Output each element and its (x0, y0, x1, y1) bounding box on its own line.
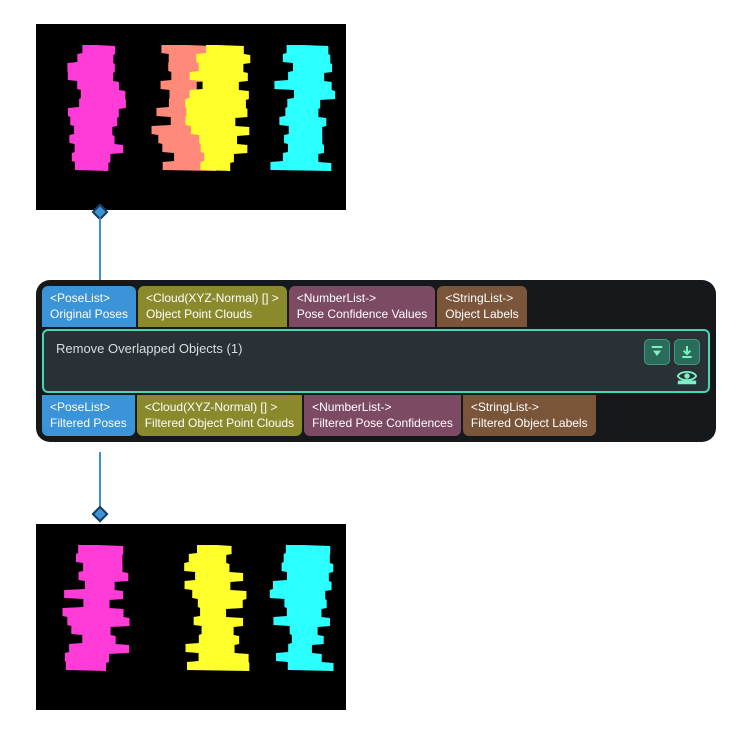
port-label: Filtered Poses (50, 416, 127, 430)
output-port-filtered-pose-confidences[interactable]: <NumberList-> Filtered Pose Confidences (304, 395, 461, 436)
input-port-row: <PoseList> Original Poses <Cloud(XYZ-Nor… (40, 284, 712, 327)
port-type: <PoseList> (50, 291, 110, 305)
port-label: Pose Confidence Values (297, 307, 428, 321)
input-port-object-point-clouds[interactable]: <Cloud(XYZ-Normal) [] > Object Point Clo… (138, 286, 287, 327)
node-body[interactable]: Remove Overlapped Objects (1) (42, 329, 710, 393)
output-preview-image (36, 524, 346, 710)
port-type: <StringList-> (445, 291, 513, 305)
input-preview-image (36, 24, 346, 210)
node-remove-overlapped-objects[interactable]: <PoseList> Original Poses <Cloud(XYZ-Nor… (36, 280, 716, 442)
download-icon[interactable] (674, 339, 700, 365)
node-action-icons (644, 339, 700, 365)
port-label: Filtered Object Labels (471, 416, 588, 430)
input-port-object-labels[interactable]: <StringList-> Object Labels (437, 286, 526, 327)
input-port-pose-confidence-values[interactable]: <NumberList-> Pose Confidence Values (289, 286, 436, 327)
port-type: <NumberList-> (312, 400, 391, 414)
node-title: Remove Overlapped Objects (1) (56, 341, 698, 356)
port-type: <NumberList-> (297, 291, 376, 305)
output-port-filtered-object-point-clouds[interactable]: <Cloud(XYZ-Normal) [] > Filtered Object … (137, 395, 302, 436)
port-label: Object Labels (445, 307, 518, 321)
port-type: <Cloud(XYZ-Normal) [] > (146, 291, 279, 305)
port-label: Object Point Clouds (146, 307, 252, 321)
port-label: Filtered Object Point Clouds (145, 416, 294, 430)
connector-diamond-bottom (92, 506, 109, 523)
port-label: Original Poses (50, 307, 128, 321)
output-preview-svg (37, 525, 347, 711)
output-port-row: <PoseList> Filtered Poses <Cloud(XYZ-Nor… (40, 395, 712, 438)
output-port-filtered-object-labels[interactable]: <StringList-> Filtered Object Labels (463, 395, 596, 436)
connection-line-bottom (99, 452, 101, 510)
port-type: <PoseList> (50, 400, 110, 414)
input-preview-svg (37, 25, 347, 211)
output-port-filtered-poses[interactable]: <PoseList> Filtered Poses (42, 395, 135, 436)
port-type: <Cloud(XYZ-Normal) [] > (145, 400, 278, 414)
port-label: Filtered Pose Confidences (312, 416, 453, 430)
connection-line-top (99, 218, 101, 284)
expand-icon[interactable] (644, 339, 670, 365)
visibility-icon[interactable] (676, 365, 698, 387)
input-port-original-poses[interactable]: <PoseList> Original Poses (42, 286, 136, 327)
port-type: <StringList-> (471, 400, 539, 414)
